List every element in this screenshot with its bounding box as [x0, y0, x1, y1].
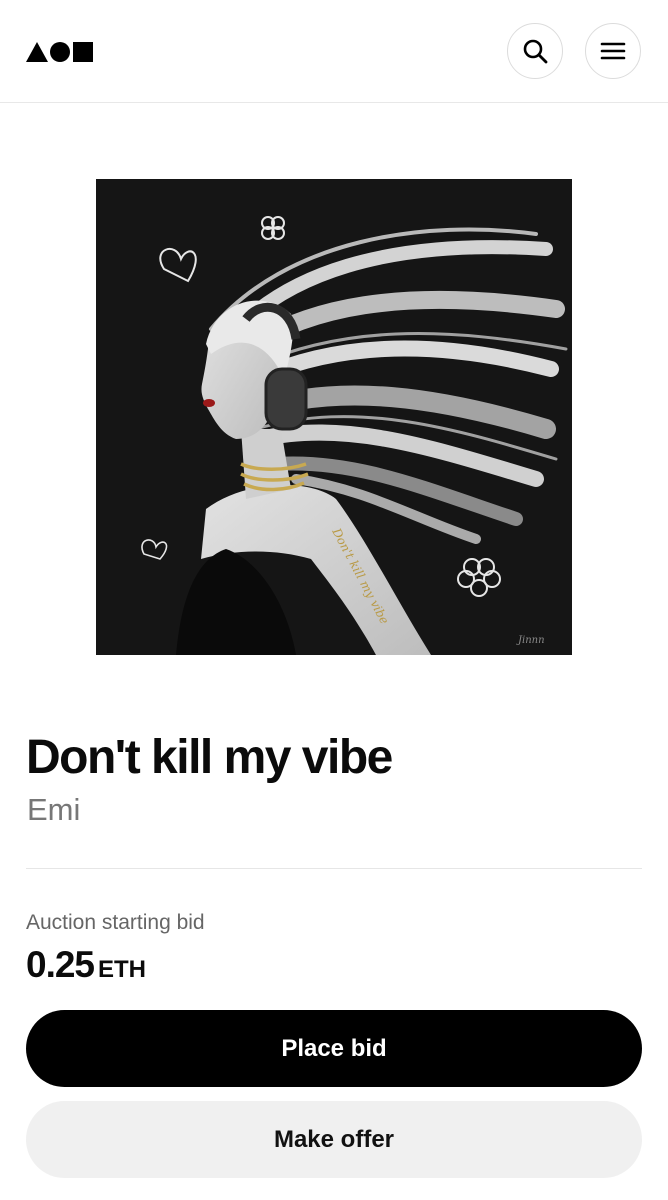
- search-button[interactable]: [507, 23, 563, 79]
- top-bar: [0, 0, 668, 103]
- artwork-title: Don't kill my vibe: [26, 731, 393, 784]
- make-offer-button[interactable]: Make offer: [26, 1101, 642, 1178]
- place-bid-label: Place bid: [281, 1034, 387, 1062]
- shapes-logo-icon[interactable]: [26, 41, 94, 63]
- menu-button[interactable]: [585, 23, 641, 79]
- place-bid-button[interactable]: Place bid: [26, 1010, 642, 1087]
- starting-bid-value: 0.25 ETH: [26, 944, 146, 986]
- artist-signature: Jinnn: [516, 635, 545, 646]
- auction-starting-bid-label: Auction starting bid: [26, 911, 205, 934]
- make-offer-label: Make offer: [273, 1125, 395, 1153]
- search-icon: [523, 39, 548, 64]
- artwork-image[interactable]: Don't kill my vibe Jinnn: [96, 179, 572, 655]
- bid-amount: 0.25: [26, 944, 95, 985]
- bid-currency: ETH: [98, 956, 147, 983]
- artist-name[interactable]: Emi: [27, 792, 80, 828]
- divider: [26, 868, 642, 869]
- hamburger-menu-icon: [600, 42, 626, 60]
